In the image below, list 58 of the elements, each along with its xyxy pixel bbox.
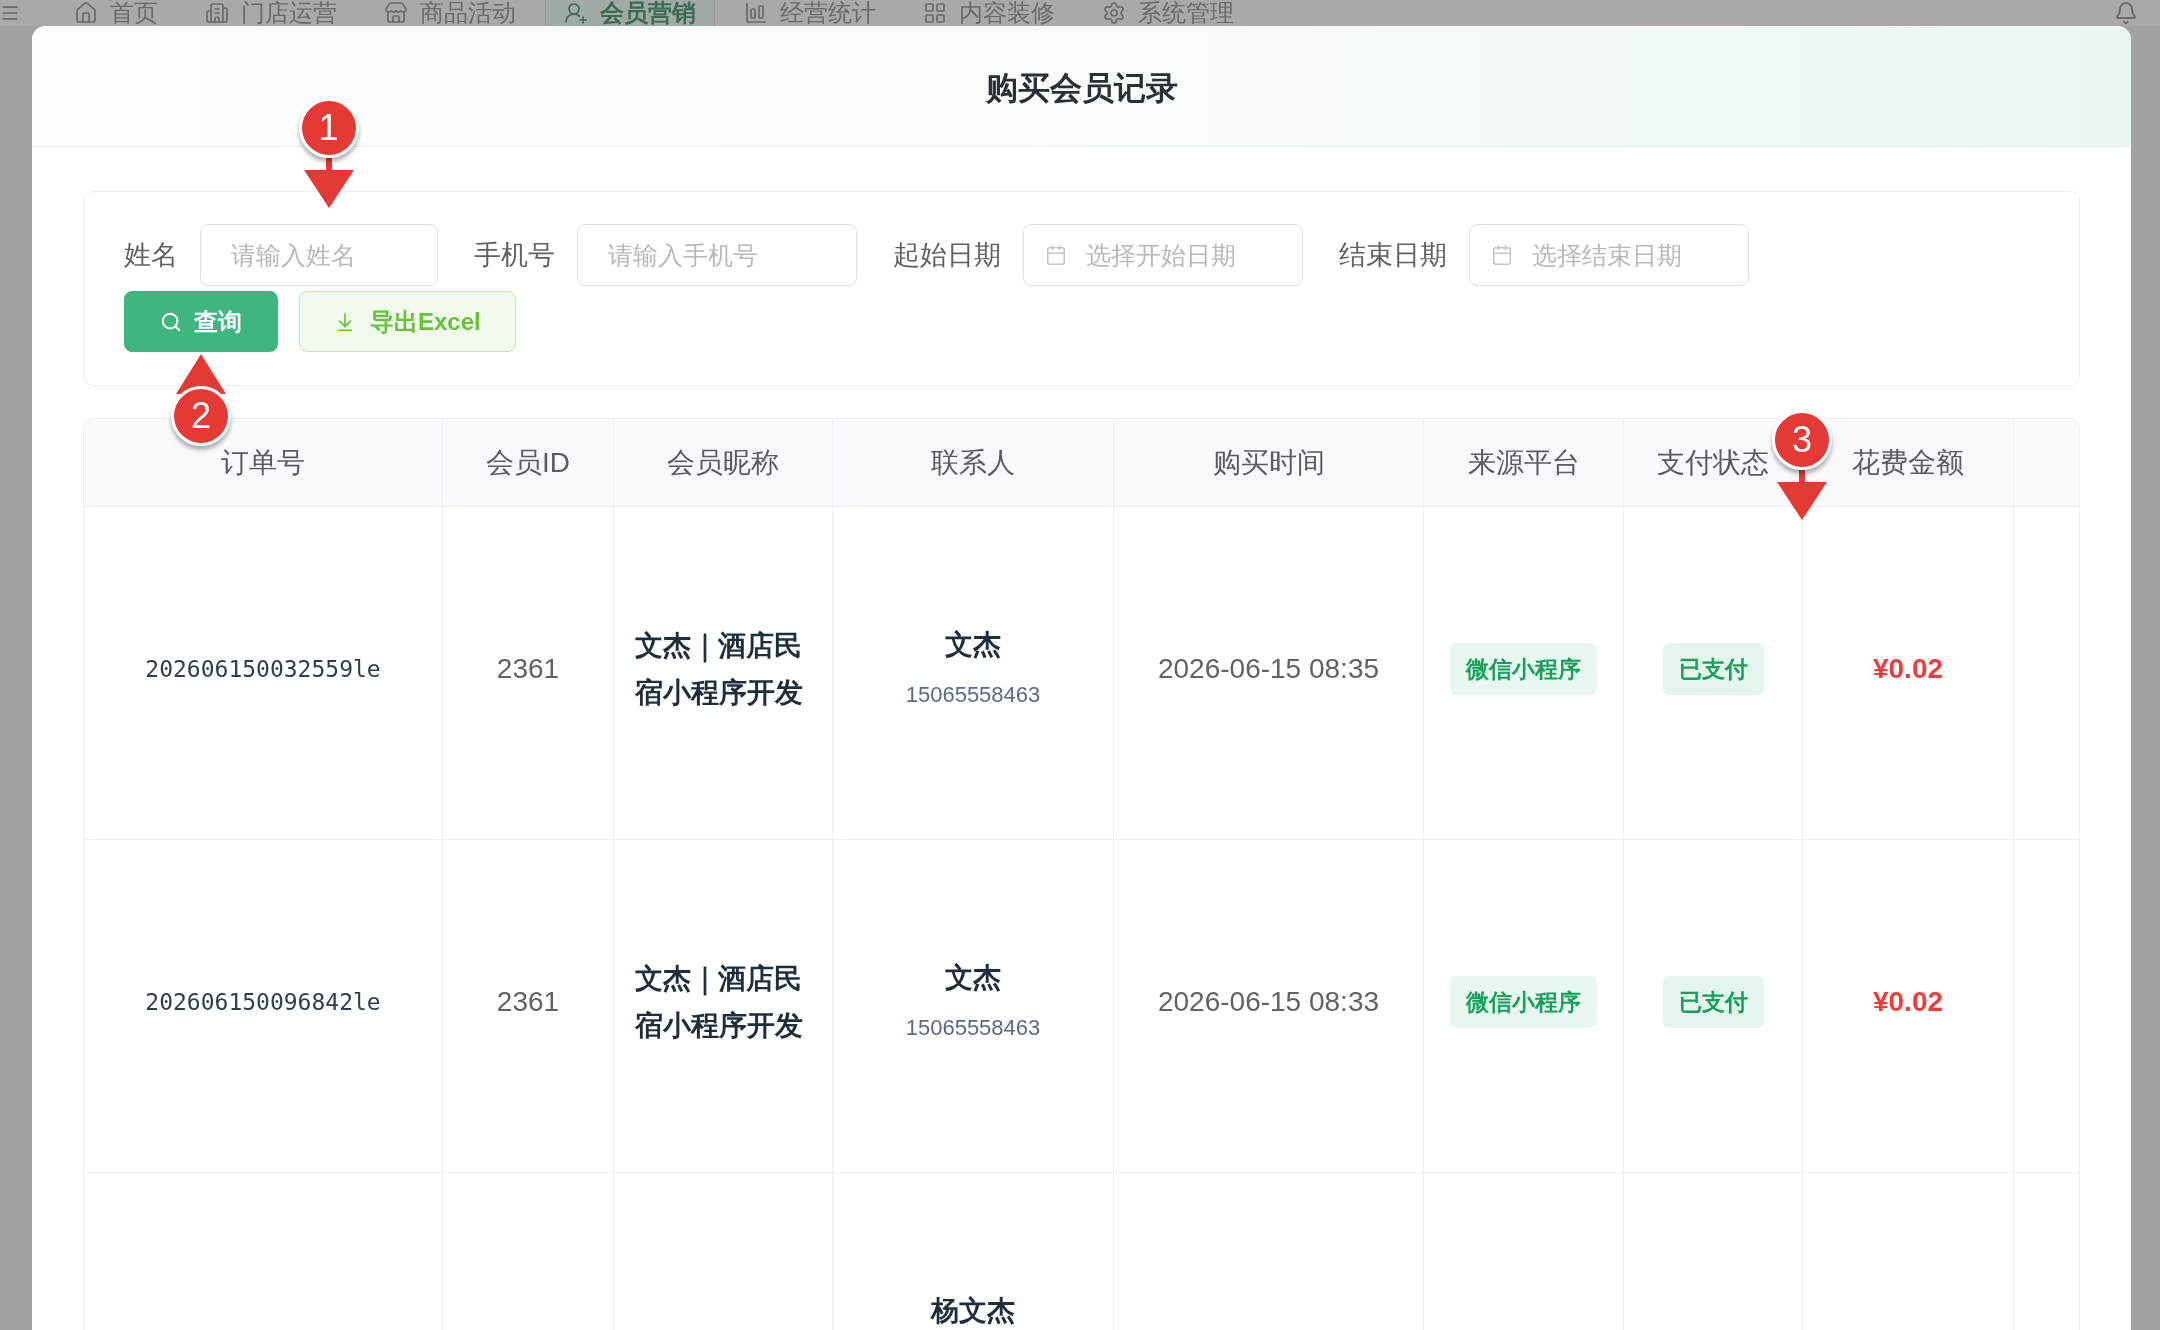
dialog-title: 购买会员记录 <box>985 69 1178 108</box>
member-nickname: 文杰｜酒店民宿小程序开发 <box>634 962 804 1043</box>
payment-status-tag: 已支付 <box>1662 976 1764 1028</box>
export-button[interactable]: 导出Excel <box>299 291 516 352</box>
purchase-time: 2026-06-15 08:33 <box>1157 986 1380 1018</box>
member-id: 2361 <box>496 986 560 1018</box>
store-icon <box>384 1 408 25</box>
contact-name: 杨文杰 <box>931 1296 1015 1325</box>
order-number: 202606150096842le <box>145 989 381 1015</box>
column-header: 会员ID <box>486 445 570 480</box>
column-header: 会员昵称 <box>667 445 779 480</box>
input-field[interactable]: 请输入手机号 <box>577 224 857 286</box>
column-header: 花费金额 <box>1852 445 1964 480</box>
nav-tab[interactable]: 内容装修 <box>905 0 1073 26</box>
building-icon <box>205 1 229 25</box>
settings-icon <box>1102 1 1126 25</box>
user-plus-icon <box>564 1 588 25</box>
field-label: 手机号 <box>474 239 555 272</box>
purchase-time: 2026-06-15 08:35 <box>1157 653 1380 685</box>
contact-name: 文杰 <box>945 963 1001 992</box>
field-label: 结束日期 <box>1339 239 1447 272</box>
nav-tab[interactable]: 门店运营 <box>187 0 355 26</box>
order-number: 202606150032559le <box>145 656 381 682</box>
column-header: 购买时间 <box>1212 445 1325 480</box>
column-header: 订单号 <box>221 445 305 480</box>
nav-tab[interactable]: 会员营销 <box>545 0 715 26</box>
member-id: 2361 <box>496 653 560 685</box>
home-icon <box>74 1 98 25</box>
payment-status-tag: 已支付 <box>1662 643 1764 695</box>
date-field[interactable]: 选择结束日期 <box>1469 224 1749 286</box>
calendar-icon <box>1045 244 1067 266</box>
step-marker: 3 <box>1772 410 1832 470</box>
contact-phone: 15065558463 <box>905 681 1041 708</box>
bar-chart-icon <box>744 1 768 25</box>
field-label: 姓名 <box>124 239 178 272</box>
grid-icon <box>923 1 947 25</box>
search-button[interactable]: 查询 <box>124 291 278 352</box>
bell-icon[interactable] <box>2114 1 2138 25</box>
nav-tab[interactable]: 经营统计 <box>726 0 894 26</box>
member-nickname: 文杰｜酒店民宿小程序开发 <box>634 629 804 710</box>
column-header: 联系人 <box>931 445 1015 480</box>
source-tag: 微信小程序 <box>1450 643 1597 695</box>
menu-icon[interactable] <box>0 3 20 23</box>
amount-text: ¥0.02 <box>1872 986 1944 1018</box>
nav-tab[interactable]: 系统管理 <box>1084 0 1252 26</box>
field-label: 起始日期 <box>893 239 1001 272</box>
column-header: 支付状态 <box>1657 445 1769 480</box>
contact-phone: 15065558463 <box>905 1014 1041 1041</box>
nav-tab[interactable]: 首页 <box>56 0 176 26</box>
amount-text: ¥0.02 <box>1872 653 1944 685</box>
search-icon <box>160 310 182 333</box>
column-header: 来源平台 <box>1467 445 1580 480</box>
calendar-icon <box>1491 244 1513 266</box>
source-tag: 微信小程序 <box>1450 976 1597 1028</box>
nav-tab[interactable]: 商品活动 <box>366 0 534 26</box>
contact-name: 文杰 <box>945 630 1001 659</box>
date-field[interactable]: 选择开始日期 <box>1023 224 1303 286</box>
input-field[interactable]: 请输入姓名 <box>200 224 438 286</box>
